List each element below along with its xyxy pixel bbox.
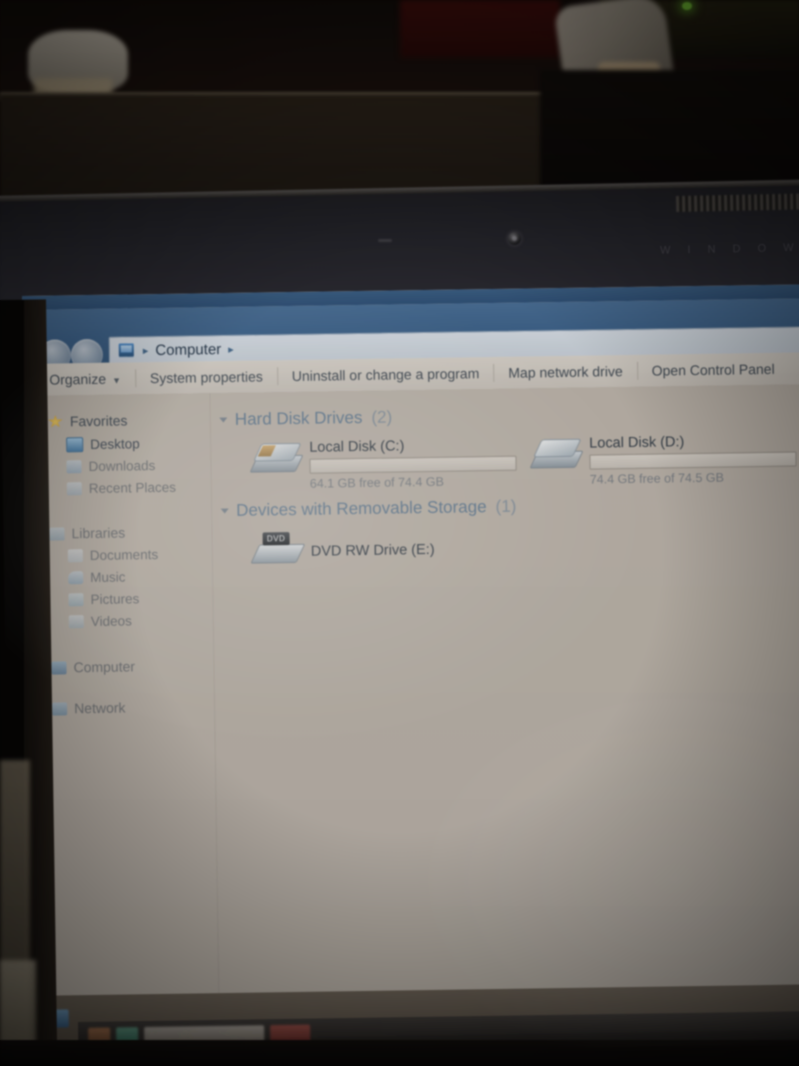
chevron-down-icon: ▼ — [112, 375, 122, 386]
sidebar-item-label: Documents — [89, 547, 159, 564]
explorer-window: ▸ Computer ▸ Organize ▼ System properties… — [22, 284, 799, 1041]
sidebar-item-label: Pictures — [90, 591, 140, 608]
photograph-of-laptop-screen: W I N D O W S ▸ Computer ▸ Organize▼ — [0, 0, 799, 1066]
map-network-drive-button[interactable]: Map network drive — [494, 363, 637, 381]
group-title: Hard Disk Drives — [234, 407, 363, 429]
group-header-hard-disk-drives[interactable]: Hard Disk Drives (2) — [219, 407, 393, 431]
open-control-panel-button[interactable]: Open Control Panel — [638, 361, 789, 379]
recent-places-icon — [66, 482, 82, 496]
documents-icon — [67, 549, 83, 563]
laptop-vent-grille — [676, 193, 799, 212]
hard-disk-icon — [529, 436, 584, 471]
sidebar-item-label: Libraries — [71, 524, 126, 542]
desktop-icon — [66, 437, 84, 453]
group-title: Devices with Removable Storage — [236, 497, 487, 520]
sidebar-item-pictures[interactable]: Pictures — [68, 591, 139, 607]
capacity-bar — [309, 455, 517, 474]
downloads-icon — [66, 460, 82, 474]
drive-details: Local Disk (C:) 64.1 GB free of 74.4 GB — [309, 437, 517, 491]
sidebar-group-favorites[interactable]: Favorites — [48, 412, 128, 429]
network-icon — [52, 701, 68, 716]
green-led-indicator — [682, 2, 692, 10]
sidebar-item-recent-places[interactable]: Recent Places — [66, 479, 177, 497]
computer-icon — [118, 343, 134, 357]
sidebar-item-videos[interactable]: Videos — [68, 613, 132, 630]
collapse-triangle-icon[interactable] — [219, 417, 228, 423]
sidebar-group-libraries[interactable]: Libraries — [49, 524, 125, 541]
music-icon — [68, 571, 84, 585]
sidebar-item-label: Computer — [73, 658, 136, 676]
sidebar-item-label: Favorites — [69, 412, 128, 430]
chevron-right-icon: ▸ — [142, 344, 149, 357]
dvd-drive-icon: DVD — [250, 532, 306, 567]
content-pane: Hard Disk Drives (2) Local Disk (C:) 64.… — [210, 384, 799, 994]
drive-local-disk-c[interactable]: Local Disk (C:) 64.1 GB free of 74.4 GB — [249, 437, 517, 492]
red-shelf-blur — [400, 0, 560, 58]
sidebar-item-desktop[interactable]: Desktop — [66, 436, 140, 453]
microphone-slot — [378, 239, 392, 242]
pictures-icon — [68, 593, 84, 607]
sidebar-item-label: Recent Places — [88, 479, 177, 497]
breadcrumb-item-computer[interactable]: Computer — [155, 341, 221, 359]
drive-label: DVD RW Drive (E:) — [310, 541, 435, 560]
system-properties-button[interactable]: System properties — [136, 368, 277, 386]
webcam-lens-highlight — [512, 236, 517, 241]
organize-label: Organize — [49, 370, 107, 388]
group-count: (2) — [371, 407, 393, 427]
sidebar-item-computer[interactable]: Computer — [51, 658, 135, 675]
group-header-removable-storage[interactable]: Devices with Removable Storage (1) — [220, 496, 517, 521]
uninstall-or-change-program-button[interactable]: Uninstall or change a program — [278, 365, 494, 384]
window-body: Favorites Desktop Downloads Recent Place… — [23, 384, 799, 996]
sidebar-item-label: Desktop — [90, 436, 140, 453]
sidebar-item-label: Music — [90, 569, 126, 586]
drive-details: Local Disk (D:) 74.4 GB free of 74.5 GB — [589, 433, 797, 487]
libraries-icon — [49, 526, 65, 541]
sidebar-item-label: Videos — [90, 613, 132, 630]
laptop-base-shadow — [0, 1040, 799, 1066]
chevron-right-icon[interactable]: ▸ — [228, 342, 234, 355]
sidebar-item-label: Network — [74, 699, 126, 717]
sidebar-item-music[interactable]: Music — [68, 569, 126, 586]
group-count: (1) — [495, 496, 517, 516]
drive-local-disk-d[interactable]: Local Disk (D:) 74.4 GB free of 74.5 GB — [529, 433, 797, 488]
drive-free-space: 74.4 GB free of 74.5 GB — [589, 470, 724, 487]
star-icon — [48, 415, 63, 428]
sidebar-item-documents[interactable]: Documents — [67, 547, 159, 564]
drive-dvd-rw-e[interactable]: DVD DVD RW Drive (E:) — [250, 530, 435, 567]
breadcrumb: ▸ Computer ▸ — [143, 340, 234, 359]
drive-label: Local Disk (C:) — [309, 438, 405, 456]
laptop-screen: ▸ Computer ▸ Organize ▼ System properties… — [22, 284, 799, 1056]
videos-icon — [68, 615, 84, 629]
sidebar-item-network[interactable]: Network — [52, 700, 126, 717]
sidebar-item-label: Downloads — [88, 458, 156, 475]
dvd-badge-label: DVD — [262, 532, 290, 546]
drive-free-space: 64.1 GB free of 74.4 GB — [309, 474, 445, 491]
sidebar-item-downloads[interactable]: Downloads — [66, 458, 155, 474]
drive-label: Local Disk (D:) — [589, 434, 685, 452]
capacity-bar — [589, 451, 797, 470]
computer-icon — [51, 660, 67, 675]
collapse-triangle-icon[interactable] — [220, 508, 229, 514]
hard-disk-icon — [249, 440, 304, 475]
